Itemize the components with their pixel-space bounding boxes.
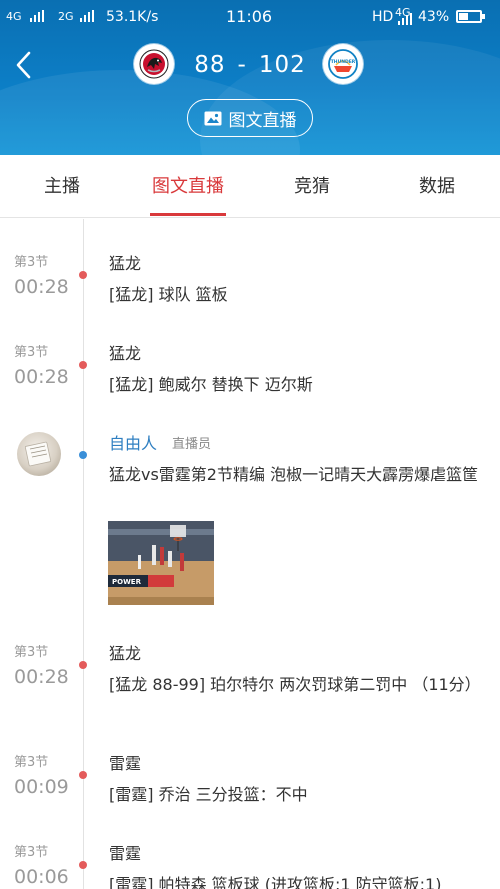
- team-name: 猛龙: [109, 644, 142, 663]
- game-clock: 00:28: [14, 366, 69, 388]
- event-text: [猛龙 88-99] 珀尔特尔 两次罚球第二罚中 （11分）: [109, 675, 481, 694]
- news-thumbnail[interactable]: POWER: [108, 521, 214, 605]
- avatar[interactable]: [17, 432, 61, 476]
- chevron-left-icon: [16, 51, 31, 79]
- timeline-dot: [79, 271, 87, 279]
- raptors-logo-icon: [139, 49, 169, 79]
- event-text: [猛龙] 球队 篮板: [109, 285, 228, 304]
- game-header: 4G 2G 53.1K/s 11:06 HD 4G 43% 88-102 THU…: [0, 0, 500, 155]
- timeline-dot: [79, 661, 87, 669]
- game-clock: 00:09: [14, 776, 69, 798]
- game-clock: 00:28: [14, 276, 69, 298]
- network-speed: 53.1K/s: [106, 9, 159, 25]
- network-type-2: 2G: [58, 10, 74, 23]
- team-name: 雷霆: [109, 754, 142, 773]
- tab-bar: 主播 图文直播 竞猜 数据: [0, 155, 500, 218]
- thumbnail-caption: POWER: [112, 578, 142, 586]
- timeline-dot: [79, 361, 87, 369]
- event-text: [雷霆] 帕特森 篮板球 (进攻篮板:1 防守篮板:1): [109, 875, 442, 889]
- quarter-label: 第3节: [14, 345, 49, 360]
- back-button[interactable]: [10, 48, 40, 82]
- signal-bars-icon: [28, 8, 44, 26]
- hd-indicator: HD: [372, 9, 394, 25]
- author-role: 直播员: [172, 437, 212, 452]
- away-team-logo[interactable]: THUNDER: [323, 44, 363, 84]
- live-feed[interactable]: 第3节 00:28 猛龙 [猛龙] 球队 篮板 第3节 00:28 猛龙 [猛龙…: [0, 219, 500, 889]
- battery-percent: 43%: [418, 9, 450, 25]
- author-name[interactable]: 自由人: [109, 434, 157, 454]
- away-score: 102: [258, 52, 306, 78]
- signal-bars-icon: [78, 8, 94, 26]
- timeline-line: [83, 219, 84, 889]
- network-type-1: 4G: [6, 10, 22, 23]
- game-clock: 00:06: [14, 866, 69, 888]
- home-team-logo[interactable]: [134, 44, 174, 84]
- tab-anchor[interactable]: 主播: [12, 155, 112, 218]
- battery-icon: [456, 10, 485, 23]
- thunder-logo-icon: THUNDER: [328, 49, 358, 79]
- team-name: 雷霆: [109, 844, 142, 863]
- team-name: 猛龙: [109, 254, 142, 273]
- quarter-label: 第3节: [14, 755, 49, 770]
- score-separator: -: [237, 52, 247, 78]
- quarter-label: 第3节: [14, 845, 49, 860]
- event-text: [猛龙] 鲍威尔 替换下 迈尔斯: [109, 375, 313, 394]
- scoreboard: 88-102: [180, 50, 320, 80]
- document-photo-icon: [24, 441, 52, 467]
- tab-prediction[interactable]: 竞猜: [262, 155, 362, 218]
- tab-stats[interactable]: 数据: [387, 155, 487, 218]
- status-bar: 4G 2G 53.1K/s 11:06 HD 4G 43%: [0, 0, 500, 34]
- clock: 11:06: [226, 7, 273, 26]
- team-name: 猛龙: [109, 344, 142, 363]
- active-tab-indicator: [150, 213, 226, 216]
- basketball-scene-image: POWER: [108, 521, 214, 605]
- signal-bars-icon: [396, 11, 412, 29]
- image-icon: [204, 111, 221, 125]
- news-title[interactable]: 猛龙vs雷霆第2节精编 泡椒一记晴天大霹雳爆虐篮筐: [109, 464, 481, 486]
- home-score: 88: [194, 52, 226, 78]
- quarter-label: 第3节: [14, 255, 49, 270]
- tab-text-live[interactable]: 图文直播: [138, 155, 238, 218]
- thunder-logo-text: THUNDER: [331, 59, 356, 65]
- live-text-button-label: 图文直播: [228, 110, 297, 131]
- game-clock: 00:28: [14, 666, 69, 688]
- timeline-dot: [79, 451, 87, 459]
- event-text: [雷霆] 乔治 三分投篮：不中: [109, 785, 308, 804]
- live-text-button[interactable]: 图文直播: [187, 99, 313, 137]
- timeline-dot: [79, 861, 87, 869]
- timeline-dot: [79, 771, 87, 779]
- quarter-label: 第3节: [14, 645, 49, 660]
